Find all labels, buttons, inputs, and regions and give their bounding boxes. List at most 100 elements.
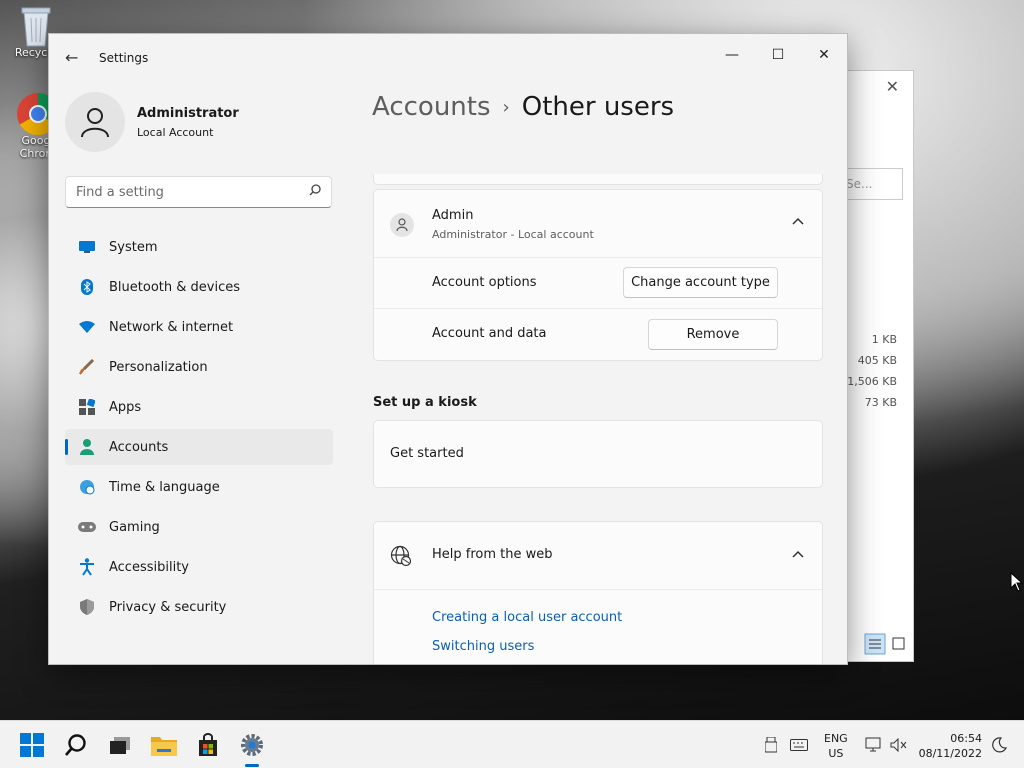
store-icon <box>199 733 217 756</box>
explorer-search-input[interactable]: Se... <box>841 168 903 200</box>
breadcrumb-separator: › <box>502 97 510 118</box>
gamepad-icon <box>77 517 97 537</box>
settings-nav: System Bluetooth & devices Network & int… <box>65 229 333 629</box>
kiosk-card[interactable]: Get started <box>373 420 823 488</box>
search-input[interactable]: Find a setting <box>65 176 332 208</box>
sidebar-item-accounts[interactable]: Accounts <box>65 429 333 465</box>
file-size-column: 1 KB 405 KB 1,506 KB 73 KB <box>847 329 897 413</box>
avatar[interactable] <box>65 92 125 152</box>
shield-icon <box>77 597 97 617</box>
settings-window: ← Settings — ☐ ✕ Administrator Local Acc… <box>48 33 848 665</box>
settings-taskbar-button[interactable] <box>236 729 268 767</box>
help-link-create-local-account[interactable]: Creating a local user account <box>432 610 622 625</box>
sidebar-item-label: Network & internet <box>109 319 234 335</box>
maximize-button[interactable]: ☐ <box>755 40 801 70</box>
focus-moon-icon[interactable] <box>990 736 1008 754</box>
sidebar-item-label: Accounts <box>109 439 169 455</box>
window-title: Settings <box>99 51 149 65</box>
file-size: 1,506 KB <box>847 375 897 388</box>
globe-clock-icon <box>77 477 97 497</box>
task-view-icon <box>110 737 130 754</box>
bluetooth-icon <box>77 277 97 297</box>
sidebar-item-label: Privacy & security <box>109 599 227 615</box>
search-placeholder: Se... <box>846 177 873 191</box>
back-arrow-icon[interactable]: ← <box>65 48 78 67</box>
globe-icon <box>390 545 412 567</box>
previous-card-edge <box>373 174 823 185</box>
search-button[interactable] <box>60 729 92 761</box>
user-detail: Administrator - Local account <box>432 228 594 241</box>
file-explorer-button[interactable] <box>148 729 180 761</box>
usb-icon[interactable] <box>762 736 780 754</box>
chevron-up-icon[interactable] <box>792 214 804 228</box>
search-icon <box>309 184 321 200</box>
breadcrumb-parent[interactable]: Accounts <box>372 92 491 122</box>
sidebar-item-label: Apps <box>109 399 142 415</box>
change-account-type-button[interactable]: Change account type <box>623 267 778 298</box>
file-size: 405 KB <box>857 354 897 367</box>
help-header[interactable]: Help from the web <box>374 522 822 590</box>
admin-user-header[interactable]: Admin Administrator - Local account <box>374 190 822 258</box>
volume-muted-icon[interactable] <box>890 736 908 754</box>
brush-icon <box>77 357 97 377</box>
accessibility-icon <box>77 557 97 577</box>
sidebar-item-accessibility[interactable]: Accessibility <box>65 549 333 585</box>
get-started-label: Get started <box>390 446 464 461</box>
breadcrumb: Accounts › Other users <box>372 92 674 122</box>
gear-icon <box>241 734 263 756</box>
kiosk-heading: Set up a kiosk <box>373 395 477 410</box>
sidebar-item-network[interactable]: Network & internet <box>65 309 333 345</box>
sidebar-item-time-language[interactable]: Time & language <box>65 469 333 505</box>
account-data-label: Account and data <box>432 326 547 341</box>
network-icon[interactable] <box>865 736 883 754</box>
sidebar-item-label: Time & language <box>109 479 220 495</box>
profile-name: Administrator <box>137 106 239 121</box>
active-indicator <box>65 439 68 455</box>
file-size: 1 KB <box>871 333 897 346</box>
profile-account-type: Local Account <box>137 126 214 139</box>
account-data-row: Account and data Remove <box>374 309 822 360</box>
language-code: ENG <box>824 732 848 745</box>
search-icon <box>65 734 86 756</box>
view-toggle[interactable] <box>847 633 915 659</box>
language-region: US <box>828 747 844 760</box>
help-link-switching-users[interactable]: Switching users <box>432 639 534 654</box>
remove-button[interactable]: Remove <box>648 319 778 350</box>
sidebar-item-personalization[interactable]: Personalization <box>65 349 333 385</box>
search-placeholder: Find a setting <box>76 185 164 200</box>
keyboard-icon[interactable] <box>790 736 808 754</box>
sidebar-item-label: Accessibility <box>109 559 189 575</box>
file-size: 73 KB <box>864 396 897 409</box>
clock-time: 06:54 <box>950 732 982 745</box>
minimize-button[interactable]: — <box>709 40 755 70</box>
task-view-button[interactable] <box>104 729 136 761</box>
sidebar-item-gaming[interactable]: Gaming <box>65 509 333 545</box>
page-title: Other users <box>521 92 675 122</box>
person-icon <box>77 437 97 457</box>
sidebar-item-system[interactable]: System <box>65 229 333 265</box>
sidebar-item-label: Gaming <box>109 519 160 535</box>
help-card: Help from the web Creating a local user … <box>373 521 823 664</box>
account-options-row: Account options Change account type <box>374 258 822 309</box>
folder-icon <box>151 737 177 756</box>
account-options-label: Account options <box>432 275 537 290</box>
apps-icon <box>77 397 97 417</box>
mouse-cursor <box>1010 571 1024 596</box>
help-title: Help from the web <box>432 547 553 562</box>
close-button[interactable]: ✕ <box>801 40 847 70</box>
sidebar-item-bluetooth[interactable]: Bluetooth & devices <box>65 269 333 305</box>
clock[interactable]: 06:54 08/11/2022 <box>918 731 982 761</box>
start-button[interactable] <box>16 729 48 761</box>
sidebar-item-apps[interactable]: Apps <box>65 389 333 425</box>
sidebar-item-label: Personalization <box>109 359 208 375</box>
sidebar-item-privacy-security[interactable]: Privacy & security <box>65 589 333 625</box>
chevron-up-icon[interactable] <box>792 547 804 561</box>
taskbar: ENG US 06:54 08/11/2022 <box>0 720 1024 768</box>
store-button[interactable] <box>192 729 224 761</box>
close-icon[interactable]: ✕ <box>886 77 899 96</box>
clock-date: 08/11/2022 <box>918 747 982 760</box>
language-indicator[interactable]: ENG US <box>824 731 848 761</box>
title-bar: ← Settings — ☐ ✕ <box>49 34 847 82</box>
user-avatar-icon <box>390 213 414 237</box>
admin-user-card: Admin Administrator - Local account Acco… <box>373 189 823 361</box>
